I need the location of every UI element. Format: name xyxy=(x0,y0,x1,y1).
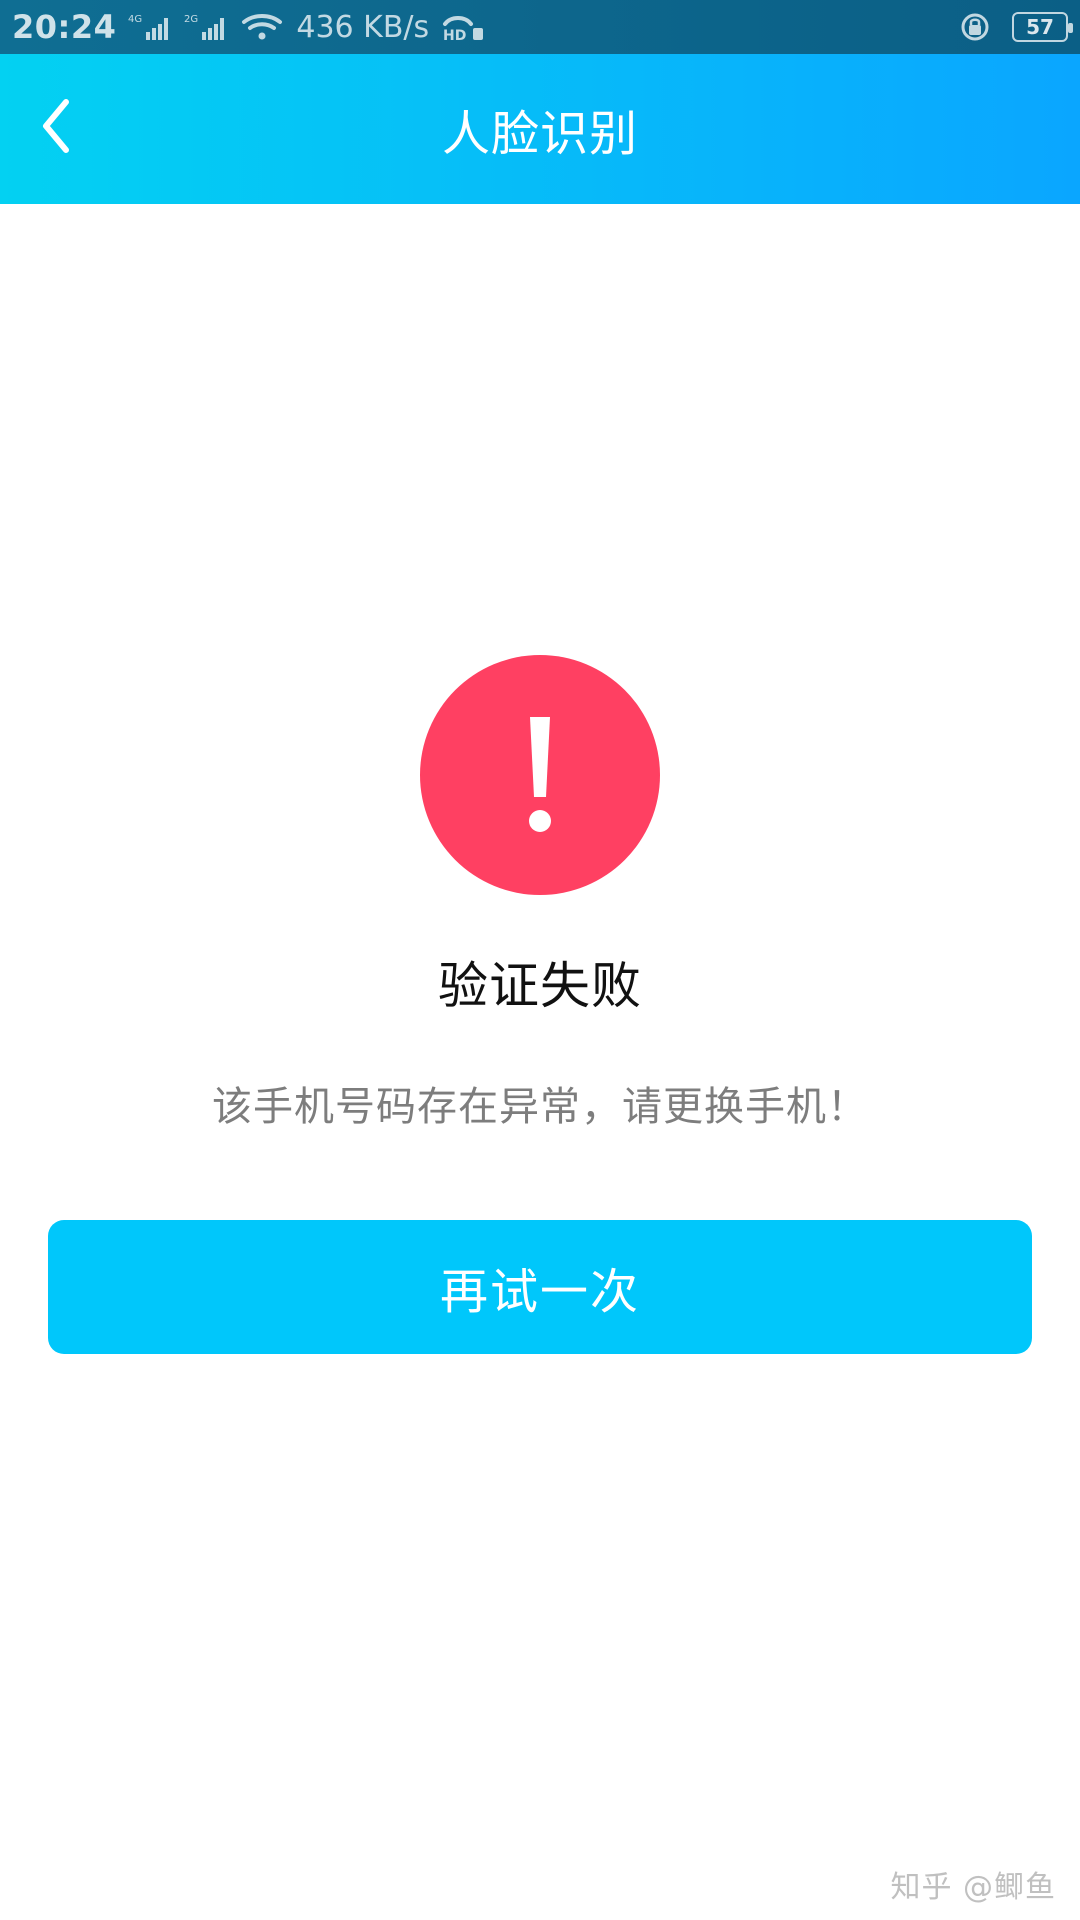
hd-call-icon: HD xyxy=(441,12,485,42)
battery-level: 57 xyxy=(1026,15,1054,39)
battery-icon: 57 xyxy=(1012,12,1073,42)
wifi-icon xyxy=(240,12,284,42)
retry-button[interactable]: 再试一次 xyxy=(48,1220,1032,1354)
back-button[interactable] xyxy=(16,86,96,166)
exclamation-alert-icon xyxy=(420,655,660,895)
signal-2g-label: 2G xyxy=(184,14,198,25)
result-message: 该手机号码存在异常，请更换手机！ xyxy=(212,1084,868,1130)
back-chevron-icon xyxy=(43,99,69,153)
status-right: 57 xyxy=(958,12,1073,42)
signal-4g-label: 4G xyxy=(128,14,142,25)
watermark: 知乎 @鲫鱼 xyxy=(890,1870,1056,1905)
screen: 20:24 4G 2G 436 KB/s HD 57 人脸识别 验证失败 该手机… xyxy=(0,0,1080,1920)
network-speed: 436 KB/s xyxy=(296,9,430,45)
signal-2g-icon: 2G xyxy=(184,12,228,42)
content: 验证失败 该手机号码存在异常，请更换手机！ 再试一次 xyxy=(0,204,1080,1920)
page-title: 人脸识别 xyxy=(441,106,638,162)
title-bar: 人脸识别 xyxy=(0,54,1080,204)
status-left: 20:24 4G 2G 436 KB/s HD xyxy=(12,8,485,46)
status-time: 20:24 xyxy=(12,8,117,46)
lock-rotation-icon xyxy=(958,12,1002,42)
hd-label: HD xyxy=(443,28,466,42)
signal-4g-icon: 4G xyxy=(128,12,172,42)
status-bar: 20:24 4G 2G 436 KB/s HD 57 xyxy=(0,0,1080,54)
result-title: 验证失败 xyxy=(438,957,642,1015)
